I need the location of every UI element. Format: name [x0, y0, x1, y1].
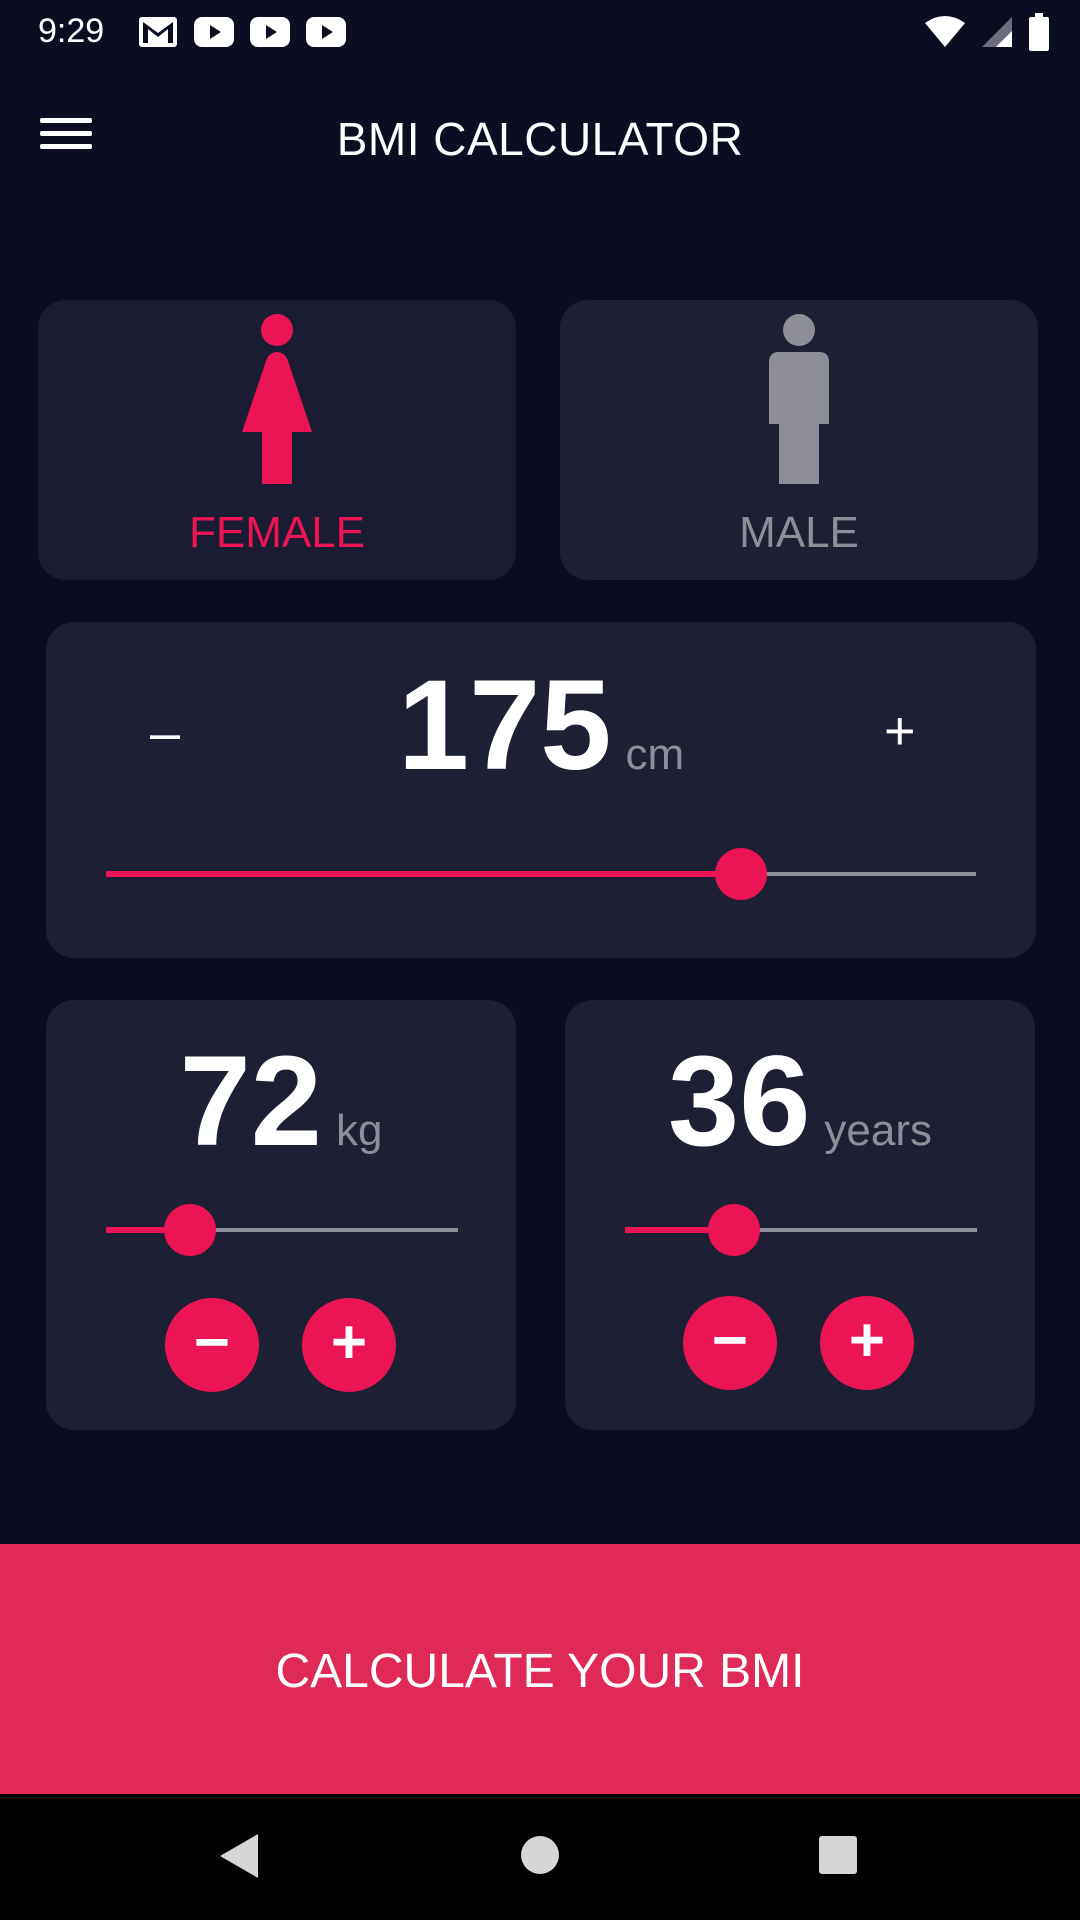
status-time: 9:29: [38, 12, 105, 50]
minus-icon: −: [711, 1306, 749, 1375]
female-card[interactable]: FEMALE: [38, 300, 516, 580]
system-status-icons: [924, 12, 1050, 52]
app-bar: BMI CALCULATOR: [0, 64, 1080, 214]
weight-increment-button[interactable]: +: [302, 1298, 396, 1392]
weight-card: 72 kg − +: [46, 1000, 516, 1430]
youtube-icon: [250, 17, 290, 47]
age-decrement-button[interactable]: −: [683, 1296, 777, 1390]
age-value-row: 36 years: [565, 1028, 1035, 1175]
height-slider[interactable]: [106, 848, 976, 900]
age-slider-thumb[interactable]: [708, 1204, 761, 1256]
height-card: – 175 cm +: [46, 622, 1036, 958]
weight-decrement-button[interactable]: −: [165, 1298, 259, 1392]
plus-icon: +: [330, 1308, 368, 1377]
age-increment-button[interactable]: +: [820, 1296, 914, 1390]
notification-icons: [138, 14, 346, 50]
male-card[interactable]: MALE: [560, 300, 1038, 580]
weight-value-row: 72 kg: [46, 1028, 516, 1175]
male-label: MALE: [739, 508, 859, 557]
home-icon[interactable]: [520, 1835, 560, 1875]
gmail-icon: [139, 17, 177, 47]
weight-value: 72: [179, 1030, 322, 1173]
youtube-icon: [194, 17, 234, 47]
female-icon: [242, 314, 312, 484]
height-slider-thumb[interactable]: [715, 848, 768, 900]
age-card: 36 years − +: [565, 1000, 1035, 1430]
youtube-icon: [306, 17, 346, 47]
age-slider[interactable]: [625, 1204, 977, 1256]
calculate-bmi-label: CALCULATE YOUR BMI: [275, 1645, 805, 1698]
battery-icon: [1029, 13, 1049, 51]
back-icon[interactable]: [218, 1832, 260, 1880]
recents-icon[interactable]: [818, 1835, 858, 1875]
female-label: FEMALE: [188, 508, 366, 557]
calculate-bmi-button[interactable]: CALCULATE YOUR BMI: [0, 1544, 1080, 1794]
height-value: 175: [397, 654, 612, 797]
page-title: BMI CALCULATOR: [336, 113, 744, 165]
weight-slider-thumb[interactable]: [164, 1204, 217, 1256]
plus-icon: +: [848, 1306, 886, 1375]
system-nav-bar: [0, 1794, 1080, 1920]
signal-icon: [982, 17, 1012, 47]
weight-slider[interactable]: [106, 1204, 458, 1256]
height-increment-button[interactable]: +: [884, 704, 916, 758]
male-icon: [769, 314, 829, 484]
age-value: 36: [668, 1030, 811, 1173]
status-bar: 9:29: [0, 0, 1080, 64]
age-unit: years: [824, 1106, 932, 1155]
height-unit: cm: [625, 730, 685, 779]
weight-unit: kg: [335, 1106, 383, 1155]
wifi-icon: [925, 16, 965, 47]
minus-icon: −: [193, 1308, 231, 1377]
